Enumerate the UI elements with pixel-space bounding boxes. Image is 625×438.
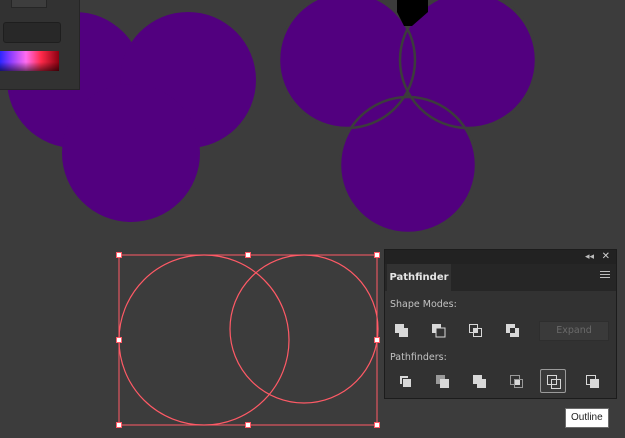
close-panel-icon[interactable]: ✕ xyxy=(602,250,610,264)
exclude-button[interactable] xyxy=(501,320,525,342)
divide-button[interactable] xyxy=(394,371,418,393)
minus-back-icon xyxy=(586,375,599,388)
color-panel-button[interactable] xyxy=(11,0,47,8)
minus-front-icon xyxy=(432,324,446,338)
trim-icon xyxy=(436,375,449,388)
pathfinders-label: Pathfinders: xyxy=(390,352,447,363)
color-panel xyxy=(0,0,80,90)
merge-button[interactable] xyxy=(468,371,492,393)
unite-icon xyxy=(395,324,408,337)
color-spectrum-bar[interactable] xyxy=(0,51,59,71)
outline-icon xyxy=(547,375,561,389)
outline-button[interactable] xyxy=(540,369,566,393)
merge-icon xyxy=(473,375,486,388)
exclude-icon xyxy=(506,324,519,337)
tab-pathfinder[interactable]: Pathfinder xyxy=(387,264,451,291)
pathfinder-body: Shape Modes: Expand Pathfinders: xyxy=(385,291,616,398)
panel-tab-row: Pathfinder xyxy=(385,264,616,291)
minus-back-button[interactable] xyxy=(581,371,605,393)
outline-tooltip: Outline xyxy=(565,408,609,428)
intersect-button[interactable] xyxy=(464,320,488,342)
crop-button[interactable] xyxy=(505,371,529,393)
panel-title-bar[interactable]: ◂◂ ✕ xyxy=(385,250,616,264)
selection-handles xyxy=(116,252,380,428)
panel-menu-icon[interactable] xyxy=(600,271,610,280)
minus-front-button[interactable] xyxy=(427,320,451,342)
selected-outline-shape[interactable] xyxy=(116,252,380,428)
collapse-panel-icon[interactable]: ◂◂ xyxy=(585,250,594,264)
pathfinder-panel: ◂◂ ✕ Pathfinder Shape Modes: Expand Path… xyxy=(384,249,617,399)
trim-button[interactable] xyxy=(431,371,455,393)
shape-modes-label: Shape Modes: xyxy=(390,299,457,310)
divided-circles-shape[interactable] xyxy=(277,0,538,235)
color-value-field[interactable] xyxy=(3,22,61,43)
expand-button[interactable]: Expand xyxy=(539,321,609,341)
unite-button[interactable] xyxy=(390,320,414,342)
crop-icon xyxy=(510,375,523,388)
intersect-icon xyxy=(469,324,482,337)
divide-icon xyxy=(399,375,412,388)
